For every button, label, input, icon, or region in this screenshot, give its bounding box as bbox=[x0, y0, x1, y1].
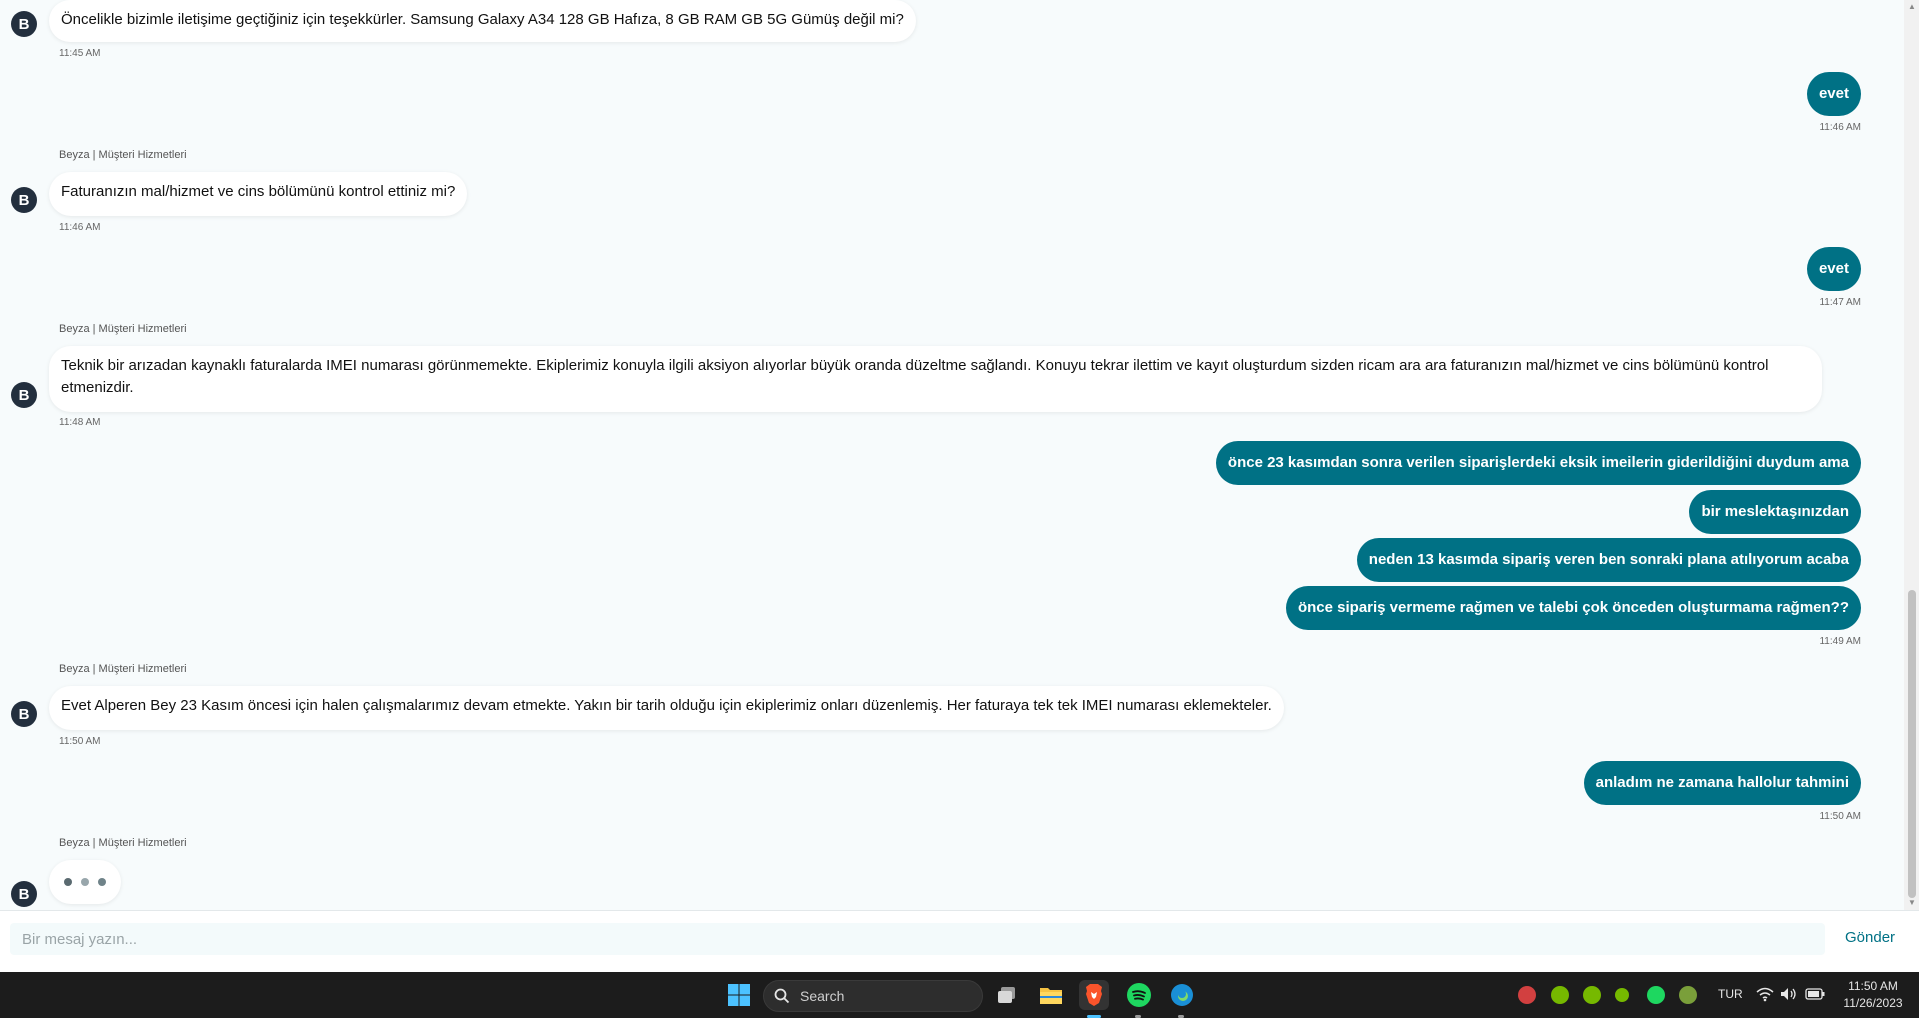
user-message: evet bbox=[1806, 72, 1861, 116]
user-message: anladım ne zamana hallolur tahmini bbox=[1583, 761, 1861, 805]
tray-nvidia-icon[interactable] bbox=[1615, 988, 1629, 1002]
message-timestamp: 11:50 AM bbox=[1819, 811, 1861, 822]
spotify-icon[interactable] bbox=[1124, 980, 1154, 1010]
message-input[interactable] bbox=[10, 923, 1825, 955]
agent-name-label: Beyza | Müşteri Hizmetleri bbox=[59, 663, 187, 675]
agent-avatar: B bbox=[11, 11, 37, 37]
message-timestamp: 11:45 AM bbox=[59, 48, 101, 59]
file-explorer-icon[interactable] bbox=[1036, 980, 1066, 1010]
agent-avatar: B bbox=[11, 382, 37, 408]
scroll-up-arrow-icon[interactable]: ▲ bbox=[1908, 2, 1916, 11]
agent-name-label: Beyza | Müşteri Hizmetleri bbox=[59, 149, 187, 161]
scroll-down-arrow-icon[interactable]: ▼ bbox=[1908, 898, 1916, 907]
agent-message: Evet Alperen Bey 23 Kasım öncesi için ha… bbox=[49, 686, 1284, 730]
message-timestamp: 11:47 AM bbox=[1819, 297, 1861, 308]
scroll-thumb[interactable] bbox=[1908, 590, 1916, 898]
windows-start-icon[interactable] bbox=[724, 980, 754, 1010]
user-message: önce 23 kasımdan sonra verilen siparişle… bbox=[1215, 441, 1861, 485]
agent-avatar: B bbox=[11, 187, 37, 213]
agent-avatar: B bbox=[11, 881, 37, 907]
edge-browser-icon[interactable] bbox=[1167, 980, 1197, 1010]
typing-indicator bbox=[49, 860, 121, 904]
message-timestamp: 11:50 AM bbox=[59, 736, 101, 747]
wifi-icon[interactable] bbox=[1756, 986, 1774, 1007]
taskbar-search-label: Search bbox=[800, 988, 845, 1004]
tray-app-icon[interactable] bbox=[1518, 986, 1536, 1004]
agent-avatar: B bbox=[11, 701, 37, 727]
volume-icon[interactable] bbox=[1780, 986, 1798, 1007]
agent-message: Faturanızın mal/hizmet ve cins bölümünü … bbox=[49, 172, 468, 216]
battery-icon[interactable] bbox=[1805, 987, 1825, 1006]
agent-name-label: Beyza | Müşteri Hizmetleri bbox=[59, 323, 187, 335]
keyboard-language[interactable]: TUR bbox=[1718, 987, 1743, 1001]
taskbar-search-box[interactable]: Search bbox=[763, 980, 983, 1012]
message-timestamp: 11:48 AM bbox=[59, 417, 101, 428]
tray-app-icon[interactable] bbox=[1679, 986, 1697, 1004]
task-view-icon[interactable] bbox=[992, 980, 1022, 1010]
user-message: bir meslektaşınızdan bbox=[1689, 490, 1861, 534]
tray-nvidia-icon[interactable] bbox=[1551, 986, 1569, 1004]
taskbar-clock[interactable]: 11:50 AM 11/26/2023 bbox=[1843, 978, 1903, 1012]
windows-taskbar: Search TUR 11:50 AM 11/26/2023 bbox=[0, 972, 1919, 1018]
chat-scrollbar[interactable]: ▲ ▼ bbox=[1904, 0, 1919, 910]
user-message: neden 13 kasımda sipariş veren ben sonra… bbox=[1356, 538, 1861, 582]
user-message: önce sipariş vermeme rağmen ve talebi ço… bbox=[1285, 586, 1861, 630]
message-timestamp: 11:46 AM bbox=[1819, 122, 1861, 133]
agent-message: Teknik bir arızadan kaynaklı faturalarda… bbox=[49, 346, 1822, 412]
tray-spotify-icon[interactable] bbox=[1647, 986, 1665, 1004]
send-button[interactable]: Gönder bbox=[1845, 929, 1895, 946]
user-message: evet bbox=[1806, 247, 1861, 291]
search-icon bbox=[774, 988, 790, 1004]
clock-time: 11:50 AM bbox=[1848, 979, 1898, 993]
message-timestamp: 11:46 AM bbox=[59, 222, 101, 233]
clock-date: 11/26/2023 bbox=[1843, 996, 1903, 1010]
chat-transcript[interactable]: B Öncelikle bizimle iletişime geçtiğiniz… bbox=[0, 0, 1903, 910]
agent-name-label: Beyza | Müşteri Hizmetleri bbox=[59, 837, 187, 849]
message-composer: Gönder bbox=[0, 910, 1919, 972]
tray-nvidia-icon[interactable] bbox=[1583, 986, 1601, 1004]
brave-browser-icon[interactable] bbox=[1079, 980, 1109, 1010]
agent-message: Öncelikle bizimle iletişime geçtiğiniz i… bbox=[49, 0, 916, 42]
message-timestamp: 11:49 AM bbox=[1819, 636, 1861, 647]
